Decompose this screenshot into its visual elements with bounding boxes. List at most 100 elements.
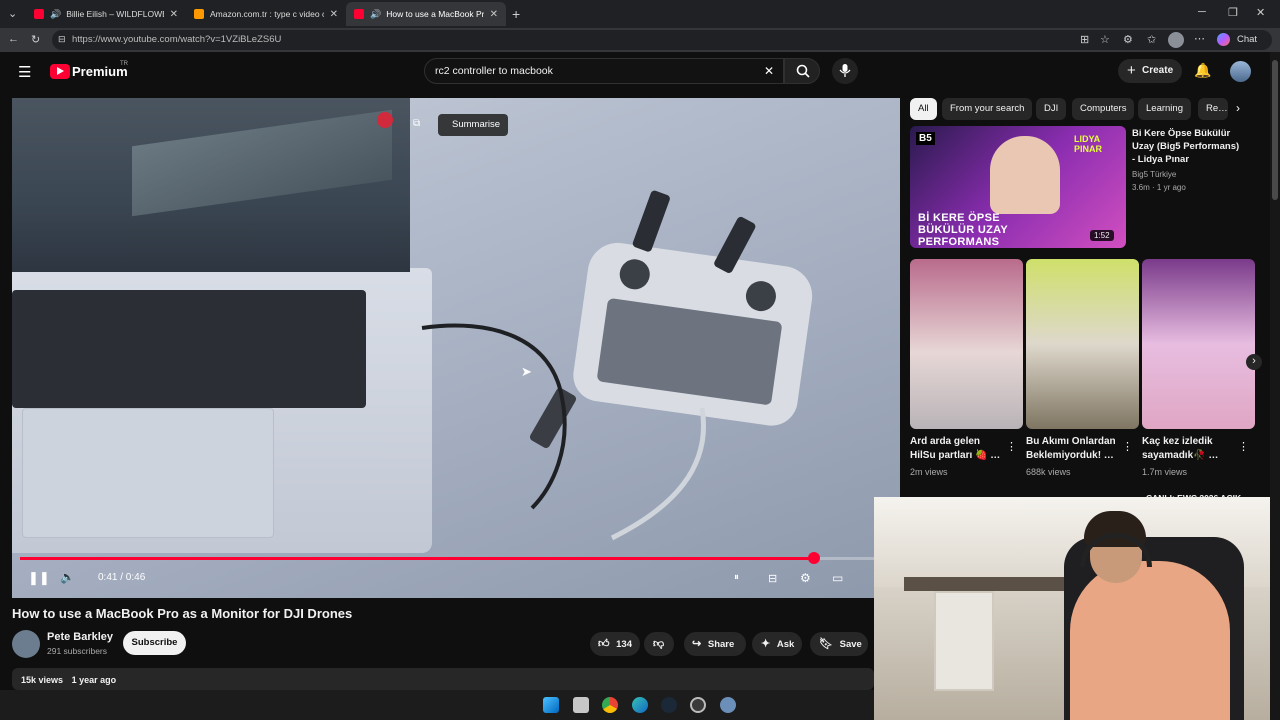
chrome-icon[interactable] (602, 697, 618, 713)
short-title[interactable]: Bu Akımı Onlardan Beklemiyorduk! … (1026, 435, 1122, 463)
channel-name[interactable]: Pete Barkley (47, 631, 113, 643)
subscribe-button[interactable]: Subscribe (123, 631, 186, 655)
recommended-stats: 3.6m · 1 yr ago (1132, 183, 1186, 192)
audio-icon[interactable]: 🔊 (370, 9, 381, 20)
browser-tab-bar: ⌄ 🔊 Billie Eilish – WILDFLOWER (L… ✕ Ama… (0, 0, 1280, 28)
chat-button[interactable]: Chat (1237, 34, 1257, 45)
close-window-icon[interactable]: ✕ (1256, 6, 1265, 19)
task-view-icon[interactable] (573, 697, 589, 713)
settings-app-icon[interactable] (720, 697, 736, 713)
dislike-button[interactable]: 👎︎ (644, 632, 674, 656)
tab-amazon[interactable]: Amazon.com.tr : type c video capt… ✕ (186, 2, 346, 26)
recommended-thumbnail[interactable]: B5 LIDYA PINAR Bİ KERE ÖPSE BÜKÜLÜR UZAY… (910, 126, 1126, 248)
thumbs-up-icon: 👍︎ (598, 638, 610, 650)
windows-start-icon[interactable] (543, 697, 559, 713)
save-button[interactable]: 🔖︎ Save (810, 632, 868, 656)
shorts-next-icon[interactable]: › (1246, 354, 1262, 370)
miniplayer-icon[interactable]: ⧉ (413, 118, 420, 129)
maximize-icon[interactable]: ❐ (1228, 6, 1238, 19)
video-frame-bridge (132, 109, 392, 217)
voice-search-button[interactable] (832, 58, 858, 84)
video-player[interactable]: Summarise ⧉ ➤ ❚❚ 🔈 0:41 / 0:46 ⏸ ⊟ ⚙ ▭ (12, 98, 900, 598)
chips-next-icon[interactable]: › (1236, 101, 1240, 115)
steam-icon[interactable] (661, 697, 677, 713)
chip-all[interactable]: All (910, 98, 937, 120)
short-views: 688k views (1026, 467, 1071, 477)
tab-list-icon[interactable]: ⌄ (8, 7, 17, 20)
notifications-bell-icon[interactable]: 🔔 (1194, 62, 1211, 79)
tab-close-icon[interactable]: ✕ (490, 9, 498, 20)
short-more-icon[interactable]: ⋮ (1006, 440, 1017, 453)
short-more-icon[interactable]: ⋮ (1122, 440, 1133, 453)
chip-learning[interactable]: Learning (1138, 98, 1191, 120)
chip-from-your-search[interactable]: From your search (942, 98, 1033, 120)
short-thumbnail[interactable] (1142, 259, 1255, 429)
back-icon[interactable]: ← (8, 33, 19, 45)
more-menu-icon[interactable]: ⋯ (1194, 32, 1205, 45)
pause-icon[interactable]: ❚❚ (28, 570, 50, 586)
like-count: 134 (616, 639, 632, 650)
create-button[interactable]: + Create (1118, 59, 1182, 83)
minimize-icon[interactable]: ─ (1198, 6, 1206, 18)
clear-search-icon[interactable]: ✕ (764, 64, 774, 78)
chip-dji[interactable]: DJI (1036, 98, 1067, 120)
settings-gear-icon[interactable]: ⚙ (800, 571, 811, 585)
video-frame-laptop-screen (12, 98, 410, 272)
recommended-channel[interactable]: Big5 Türkiye (1132, 170, 1176, 179)
scroll-thumb[interactable] (1272, 60, 1278, 200)
chip-truncated[interactable]: Re… (1198, 98, 1228, 120)
duration-badge: 1:52 (1090, 230, 1114, 241)
reload-icon[interactable]: ↻ (31, 33, 40, 46)
search-input[interactable]: rc2 controller to macbook (424, 58, 784, 84)
short-thumbnail[interactable] (910, 259, 1023, 429)
tab-macbook-video[interactable]: 🔊 How to use a MacBook Pro as… ✕ (346, 2, 506, 26)
short-thumbnail[interactable] (1026, 259, 1139, 429)
obs-icon[interactable] (690, 697, 706, 713)
video-frame-laptop (12, 268, 432, 553)
progress-bar[interactable] (20, 552, 892, 564)
share-icon: ↪ (692, 638, 702, 650)
video-frame-keyboard (12, 290, 366, 408)
short-more-icon[interactable]: ⋮ (1238, 440, 1249, 453)
view-stats: 15k views 1 year ago (21, 675, 116, 685)
video-frame-cables (421, 323, 706, 541)
chip-computers[interactable]: Computers (1072, 98, 1135, 120)
description-box[interactable] (12, 668, 874, 690)
region-badge: TR (120, 61, 128, 67)
volume-icon[interactable]: 🔈 (60, 570, 75, 584)
ask-button[interactable]: ✦ Ask (752, 632, 802, 656)
short-title[interactable]: Kaç kez izledik sayamadık🥀 … (1142, 435, 1238, 463)
channel-avatar[interactable] (12, 630, 40, 658)
share-button[interactable]: ↪ Share (684, 632, 746, 656)
youtube-logo-icon[interactable] (50, 64, 70, 79)
progress-scrubber[interactable] (807, 552, 820, 564)
upload-age: 1 year ago (71, 675, 117, 685)
profile-avatar[interactable] (1168, 32, 1184, 48)
video-title: How to use a MacBook Pro as a Monitor fo… (12, 606, 353, 621)
short-title[interactable]: Ard arda gelen HilSu partları 🍓 … (910, 435, 1006, 463)
tab-close-icon[interactable]: ✕ (170, 9, 178, 20)
edge-icon[interactable] (632, 697, 648, 713)
tab-close-icon[interactable]: ✕ (330, 9, 338, 20)
thumbs-down-icon: 👎︎ (653, 638, 665, 650)
theater-mode-icon[interactable]: ▭ (832, 571, 843, 585)
windows-taskbar (0, 690, 874, 720)
like-button[interactable]: 👍︎ 134 (590, 632, 640, 656)
recommended-title[interactable]: Bi Kere Öpse Bükülür Uzay (Big5 Performa… (1132, 127, 1244, 166)
copilot-icon[interactable] (1217, 33, 1230, 46)
new-tab-icon[interactable]: + (512, 6, 520, 22)
favorites-icon[interactable]: ✩ (1147, 33, 1156, 46)
favorite-star-icon[interactable]: ☆ (1100, 33, 1110, 46)
tab-billie-eilish[interactable]: 🔊 Billie Eilish – WILDFLOWER (L… ✕ (26, 2, 186, 26)
site-info-icon[interactable]: ⊟ (58, 34, 66, 45)
account-avatar[interactable] (1230, 61, 1251, 82)
extensions-icon[interactable]: ⚙ (1123, 33, 1133, 46)
captions-icon[interactable]: ⊟ (768, 572, 777, 585)
search-button[interactable] (784, 58, 820, 84)
summarise-button[interactable]: Summarise (438, 114, 508, 136)
menu-icon[interactable]: ☰ (18, 63, 31, 81)
tab-title: Billie Eilish – WILDFLOWER (L… (66, 9, 163, 19)
autoplay-toggle-icon[interactable]: ⏸ (734, 572, 739, 583)
app-available-icon[interactable]: ⊞ (1080, 33, 1089, 46)
audio-icon[interactable]: 🔊 (50, 9, 61, 20)
